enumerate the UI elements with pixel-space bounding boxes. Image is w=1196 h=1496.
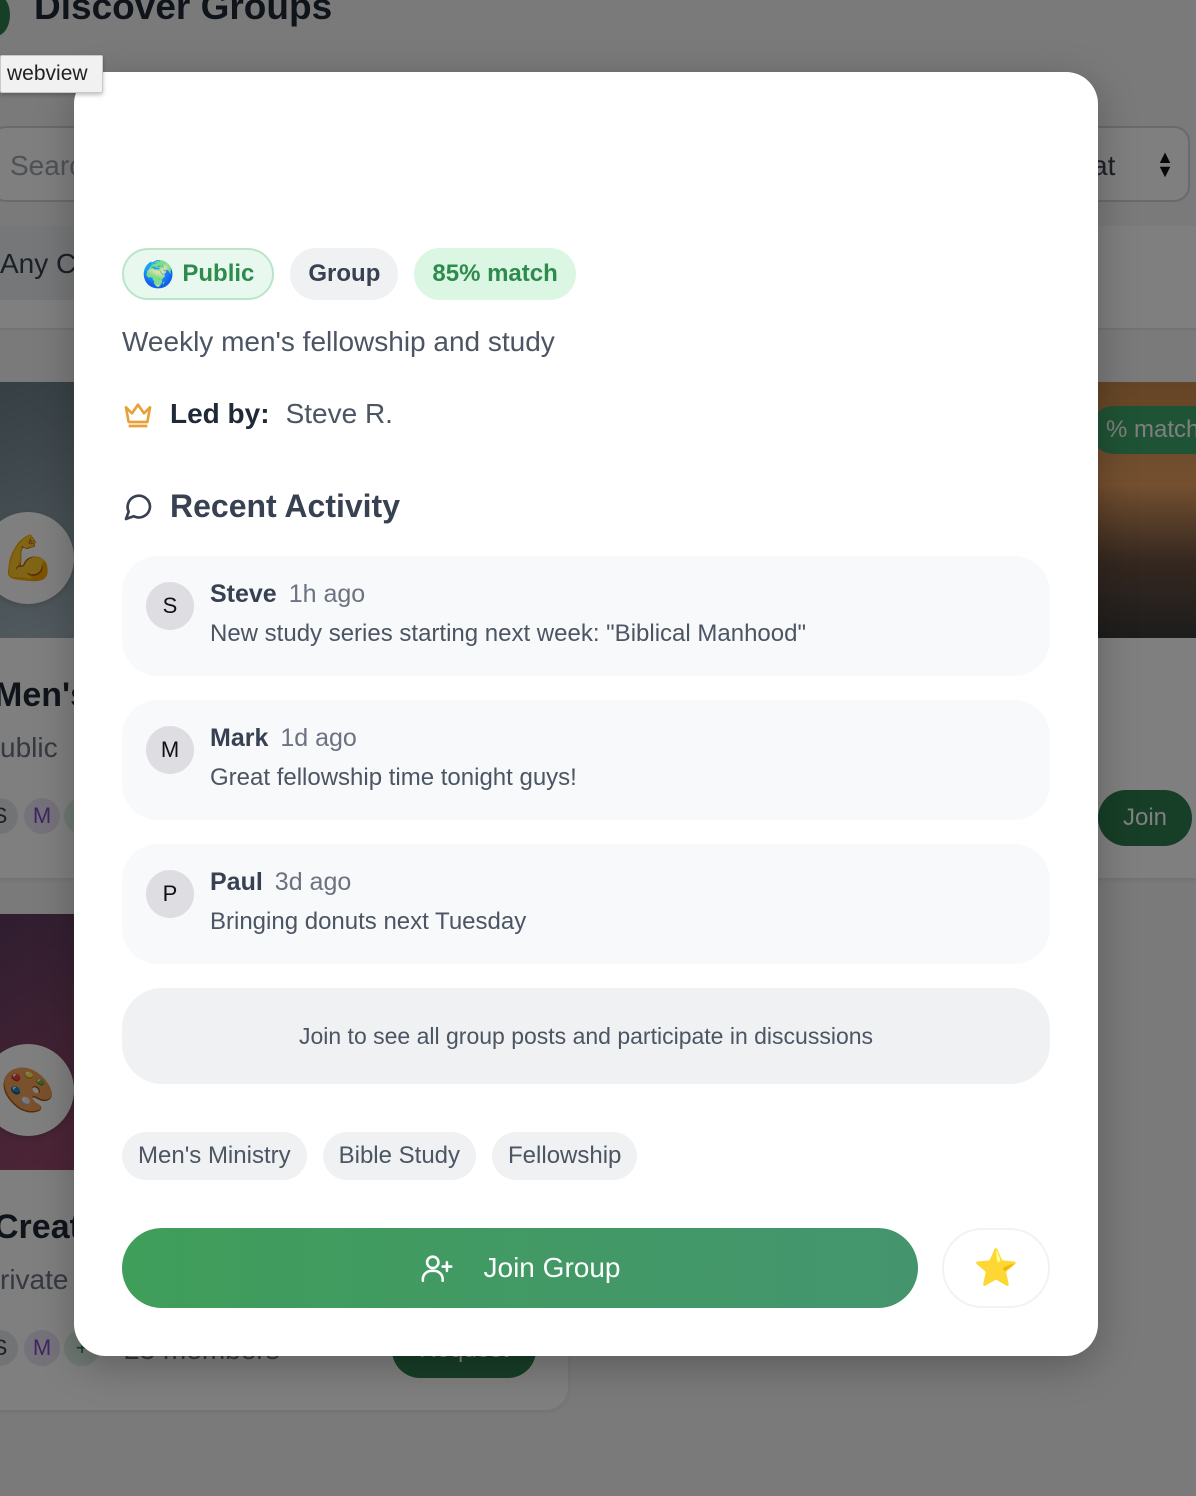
post-time: 1d ago <box>280 724 357 752</box>
leader-name: Steve R. <box>285 398 393 429</box>
activity-title: Recent Activity <box>170 488 400 524</box>
post-text: Bringing donuts next Tuesday <box>210 908 527 935</box>
post-header: Mark 1d ago <box>210 724 357 753</box>
post-time: 1h ago <box>288 580 366 608</box>
join-group-button[interactable]: Join Group <box>122 1228 918 1308</box>
leader-label: Led by: <box>170 398 270 429</box>
post-author: Steve <box>210 580 277 608</box>
user-plus-icon <box>421 1255 452 1283</box>
crown-icon <box>124 403 152 428</box>
activity-post: M Mark 1d ago Great fellowship time tonig… <box>122 700 1050 820</box>
avatar: S <box>146 582 194 630</box>
tag-chip: Fellowship <box>492 1132 638 1180</box>
badge-row: 🌍 Public Group 85% match <box>122 248 576 300</box>
tag-chip: Bible Study <box>322 1132 477 1180</box>
activity-post: S Steve 1h ago New study series starting … <box>122 556 1050 676</box>
webview-tooltip: webview <box>0 55 103 93</box>
join-group-label: Join Group <box>483 1252 621 1283</box>
star-icon: ⭐ <box>973 1247 1019 1288</box>
tag-list: Men's Ministry Bible Study Fellowship <box>122 1132 638 1180</box>
group-leader: Led by: Steve R. <box>122 398 393 430</box>
activity-heading: Recent Activity <box>122 488 400 525</box>
public-badge: 🌍 Public <box>122 248 275 300</box>
match-badge: 85% match <box>414 248 576 300</box>
globe-icon: 🌍 <box>142 258 175 289</box>
post-header: Steve 1h ago <box>210 580 365 609</box>
avatar: M <box>146 726 194 774</box>
group-description: Weekly men's fellowship and study <box>122 326 555 357</box>
public-badge-label: Public <box>182 260 255 287</box>
tag-chip: Men's Ministry <box>122 1132 307 1180</box>
post-text: New study series starting next week: "Bi… <box>210 620 806 647</box>
post-author: Mark <box>210 724 269 752</box>
post-text: Great fellowship time tonight guys! <box>210 764 577 791</box>
post-time: 3d ago <box>274 868 352 896</box>
join-to-view-note: Join to see all group posts and particip… <box>122 988 1050 1084</box>
avatar: P <box>146 870 194 918</box>
group-type-badge: Group <box>290 248 399 300</box>
post-author: Paul <box>210 868 263 896</box>
group-detail-modal: 🌍 Public Group 85% match Weekly men's fe… <box>74 72 1098 1356</box>
favorite-button[interactable]: ⭐ <box>942 1228 1050 1308</box>
chat-bubble-icon <box>124 493 152 520</box>
activity-post: P Paul 3d ago Bringing donuts next Tuesda… <box>122 844 1050 964</box>
post-header: Paul 3d ago <box>210 868 351 897</box>
